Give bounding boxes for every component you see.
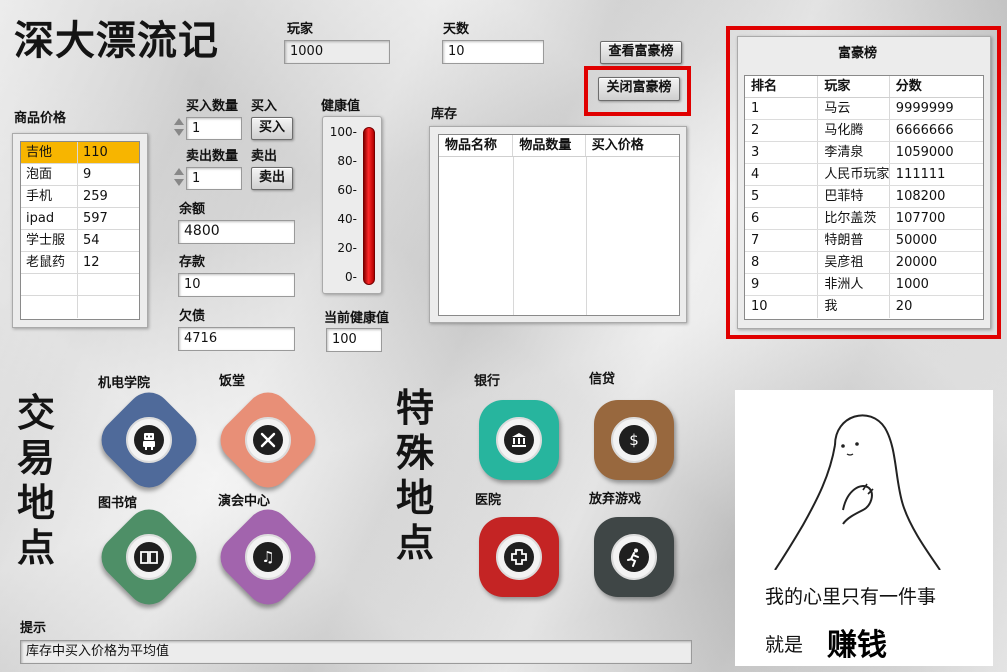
view-ranking-button[interactable]: 查看富豪榜 — [600, 41, 682, 64]
goods-title: 商品价格 — [14, 111, 67, 126]
health-label: 健康值 — [321, 99, 361, 114]
table-row[interactable]: 1 马云 9999999 — [745, 98, 983, 120]
money-hand-icon: $ — [619, 425, 649, 455]
deposit-field: 10 — [178, 273, 295, 297]
place-library-button[interactable] — [92, 500, 206, 614]
tick-label: 80- — [337, 154, 357, 168]
column-header: 分数 — [895, 79, 922, 94]
book-icon — [134, 542, 164, 572]
meme-text-prefix: 就是 — [765, 634, 804, 656]
close-ranking-button[interactable]: 关闭富豪榜 — [598, 77, 680, 101]
table-row[interactable]: 4 人民币玩家 111111 — [745, 164, 983, 186]
bank-icon — [504, 425, 534, 455]
fork-knife-icon — [253, 425, 283, 455]
special-places-title: 特殊地点 — [395, 385, 434, 565]
place-mechatronics-button[interactable] — [92, 383, 206, 497]
table-row[interactable]: 5 巴菲特 108200 — [745, 186, 983, 208]
table-row[interactable]: 6 比尔盖茨 107700 — [745, 208, 983, 230]
meme-text-bold: 赚钱 — [827, 628, 887, 663]
place-label: 放弃游戏 — [589, 492, 642, 507]
buy-qty-input[interactable]: 1 — [186, 117, 242, 140]
quit-game-button[interactable] — [584, 507, 684, 607]
player-label: 玩家 — [287, 22, 314, 37]
column-header: 物品数量 — [513, 135, 586, 156]
ranking-title: 富豪榜 — [838, 46, 878, 61]
column-header: 物品名称 — [439, 135, 514, 156]
list-item — [21, 274, 139, 296]
sell-qty-input[interactable]: 1 — [186, 167, 242, 190]
table-row[interactable]: 9 非洲人 1000 — [745, 274, 983, 296]
place-label: 信贷 — [589, 372, 616, 387]
sell-qty-stepper[interactable] — [173, 165, 185, 191]
inventory-title: 库存 — [431, 107, 458, 122]
place-label: 机电学院 — [98, 376, 151, 391]
table-row[interactable]: 8 吴彦祖 20000 — [745, 252, 983, 274]
meme-drawing — [774, 414, 941, 571]
hint-label: 提示 — [20, 621, 47, 636]
tick-label: 20- — [337, 241, 357, 255]
medical-cross-icon — [504, 542, 534, 572]
place-concert-hall-button[interactable]: ♫ — [211, 500, 325, 614]
running-man-icon — [619, 542, 649, 572]
place-label: 医院 — [475, 493, 502, 508]
column-header: 排名 — [745, 76, 819, 97]
list-item[interactable]: 手机 259 — [21, 186, 139, 208]
list-item[interactable]: 老鼠药 12 — [21, 252, 139, 274]
sell-button[interactable]: 卖出 — [251, 167, 293, 190]
meme-text-line1: 我的心里只有一件事 — [765, 586, 937, 608]
list-item[interactable]: 吉他 110 — [21, 142, 139, 164]
buy-button[interactable]: 买入 — [251, 117, 293, 140]
place-bank-button[interactable] — [469, 390, 569, 490]
sell-qty-label: 卖出数量 — [186, 149, 239, 164]
balance-label: 余额 — [179, 202, 206, 217]
goods-price-list[interactable]: 吉他 110 泡面 9 手机 259 ipad 597 学士服 54 老鼠药 12 — [12, 133, 148, 328]
deposit-label: 存款 — [179, 255, 206, 270]
buy-label: 买入 — [251, 99, 278, 114]
robot-icon — [134, 425, 164, 455]
place-label: 银行 — [474, 374, 501, 389]
tick-label: 40- — [337, 212, 357, 226]
table-row[interactable]: 7 特朗普 50000 — [745, 230, 983, 252]
table-row[interactable]: 2 马化腾 6666666 — [745, 120, 983, 142]
place-label: 饭堂 — [219, 374, 246, 389]
app-title: 深大漂流记 — [14, 17, 219, 64]
hint-field: 库存中买入价格为平均值 — [20, 640, 692, 664]
column-header: 买入价格 — [591, 138, 644, 153]
player-field[interactable]: 1000 — [284, 40, 390, 64]
current-health-label: 当前健康值 — [324, 311, 390, 326]
health-level-bar — [363, 127, 375, 285]
trade-places-title: 交易地点 — [16, 390, 55, 570]
health-thermometer: 100- 80- 60- 40- 20- 0- — [322, 116, 382, 294]
current-health-field: 100 — [326, 328, 382, 352]
buy-qty-stepper[interactable] — [173, 115, 185, 141]
sell-label: 卖出 — [251, 149, 278, 164]
list-item[interactable]: 泡面 9 — [21, 164, 139, 186]
table-row[interactable]: 10 我 20 — [745, 296, 983, 318]
list-item — [21, 296, 139, 318]
ranking-table[interactable]: 排名 玩家 分数 1 马云 9999999 2 马化腾 6666666 3 李清泉 1059… — [744, 75, 984, 320]
balance-field: 4800 — [178, 220, 295, 244]
inventory-table[interactable]: 物品名称 物品数量 买入价格 — [438, 134, 680, 316]
column-header: 玩家 — [818, 76, 890, 97]
days-field[interactable]: 10 — [442, 40, 544, 64]
table-row[interactable]: 3 李清泉 1059000 — [745, 142, 983, 164]
buy-qty-label: 买入数量 — [186, 99, 239, 114]
tick-label: 0- — [345, 270, 357, 284]
place-canteen-button[interactable] — [211, 383, 325, 497]
list-item[interactable]: 学士服 54 — [21, 230, 139, 252]
days-label: 天数 — [443, 22, 470, 37]
tick-label: 60- — [337, 183, 357, 197]
place-credit-button[interactable]: $ — [584, 390, 684, 490]
debt-field: 4716 — [178, 327, 295, 351]
music-note-icon: ♫ — [253, 542, 283, 572]
place-hospital-button[interactable] — [469, 507, 569, 607]
list-item[interactable]: ipad 597 — [21, 208, 139, 230]
tick-label: 100- — [329, 125, 357, 139]
meme-image: 我的心里只有一件事 就是 赚钱 — [735, 390, 993, 666]
debt-label: 欠债 — [179, 309, 206, 324]
